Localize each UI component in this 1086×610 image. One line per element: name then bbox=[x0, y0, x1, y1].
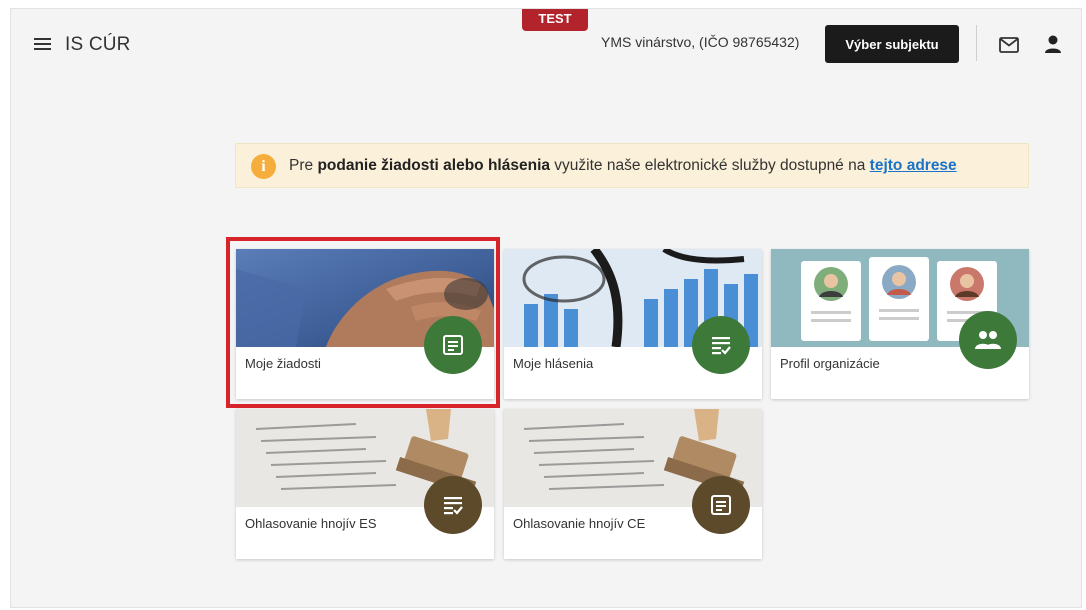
top-bar: IS CÚR TEST YMS vinárstvo, (IČO 98765432… bbox=[11, 9, 1081, 81]
environment-badge: TEST bbox=[522, 9, 588, 31]
mail-icon[interactable] bbox=[999, 37, 1019, 53]
user-icon[interactable] bbox=[1043, 33, 1063, 55]
tile-label: Ohlasovanie hnojív ES bbox=[245, 516, 377, 531]
people-icon[interactable] bbox=[959, 311, 1017, 369]
checklist-icon[interactable] bbox=[692, 316, 750, 374]
tile-label: Moje hlásenia bbox=[513, 356, 594, 371]
select-subject-button[interactable]: Výber subjektu bbox=[825, 25, 959, 63]
tile-label: Ohlasovanie hnojív CE bbox=[513, 516, 646, 531]
document-icon[interactable] bbox=[692, 476, 750, 534]
tile-ohlasovanie-hnojiv-ce[interactable]: Ohlasovanie hnojív CE bbox=[504, 409, 762, 559]
services-link[interactable]: tejto adrese bbox=[870, 157, 957, 174]
header-divider bbox=[976, 25, 977, 61]
banner-text-before: Pre bbox=[289, 157, 318, 174]
menu-icon[interactable] bbox=[33, 35, 53, 55]
tile-moje-hlasenia[interactable]: Moje hlásenia bbox=[504, 249, 762, 399]
organization-label: YMS vinárstvo, (IČO 98765432) bbox=[601, 34, 800, 50]
info-banner: i Pre podanie žiadosti alebo hlásenia vy… bbox=[235, 143, 1029, 188]
tile-ohlasovanie-hnojiv-es[interactable]: Ohlasovanie hnojív ES bbox=[236, 409, 494, 559]
tile-moje-ziadosti[interactable]: Moje žiadosti bbox=[236, 249, 494, 399]
app-title: IS CÚR bbox=[65, 34, 131, 55]
tile-label: Profil organizácie bbox=[780, 356, 880, 371]
tile-label: Moje žiadosti bbox=[245, 356, 321, 371]
banner-text-bold: podanie žiadosti alebo hlásenia bbox=[317, 157, 550, 174]
info-icon: i bbox=[251, 154, 276, 179]
app-frame: IS CÚR TEST YMS vinárstvo, (IČO 98765432… bbox=[10, 8, 1082, 608]
tile-profil-organizacie[interactable]: Profil organizácie bbox=[771, 249, 1029, 399]
banner-text-after: využite naše elektronické služby dostupn… bbox=[550, 157, 870, 174]
banner-text: Pre podanie žiadosti alebo hlásenia využ… bbox=[289, 157, 957, 175]
checklist-icon[interactable] bbox=[424, 476, 482, 534]
document-icon[interactable] bbox=[424, 316, 482, 374]
